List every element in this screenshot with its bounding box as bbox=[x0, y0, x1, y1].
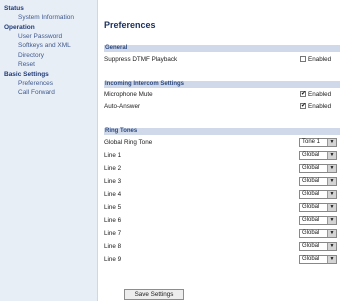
auto-answer-option-label: Enabled bbox=[308, 103, 332, 110]
ring-tone-select[interactable]: Global ▼ bbox=[299, 190, 337, 199]
page-title: Preferences bbox=[104, 20, 156, 30]
auto-answer-row: Auto-Answer ✔ Enabled bbox=[104, 102, 340, 111]
chevron-down-icon: ▼ bbox=[327, 204, 336, 211]
ring-tone-select-value: Global bbox=[302, 204, 320, 210]
chevron-down-icon: ▼ bbox=[327, 230, 336, 237]
ring-tone-label: Line 3 bbox=[104, 178, 122, 185]
ring-tone-label: Global Ring Tone bbox=[104, 139, 153, 146]
ring-tone-select[interactable]: Global ▼ bbox=[299, 151, 337, 160]
sidebar-section-status: Status bbox=[4, 5, 24, 12]
ring-tone-row-line-9: Line 9 Global ▼ bbox=[104, 255, 340, 264]
ring-tone-select-value: Global bbox=[302, 256, 320, 262]
ring-tone-select-value: Tone 1 bbox=[302, 139, 321, 145]
ring-tone-row-line-7: Line 7 Global ▼ bbox=[104, 229, 340, 238]
main-panel: Preferences General Suppress DTMF Playba… bbox=[104, 0, 342, 301]
suppress-dtmf-label: Suppress DTMF Playback bbox=[104, 56, 178, 63]
chevron-down-icon: ▼ bbox=[327, 256, 336, 263]
ring-tone-row-line-6: Line 6 Global ▼ bbox=[104, 216, 340, 225]
ring-tone-label: Line 4 bbox=[104, 191, 122, 198]
suppress-dtmf-row: Suppress DTMF Playback Enabled bbox=[104, 55, 340, 64]
ring-tone-row-line-2: Line 2 Global ▼ bbox=[104, 164, 340, 173]
sidebar-item-preferences[interactable]: Preferences bbox=[0, 79, 97, 89]
ring-tone-row-line-1: Line 1 Global ▼ bbox=[104, 151, 340, 160]
sidebar-item-call-forward[interactable]: Call Forward bbox=[0, 88, 97, 98]
chevron-down-icon: ▼ bbox=[327, 152, 336, 159]
auto-answer-checkbox[interactable]: ✔ bbox=[300, 103, 306, 109]
chevron-down-icon: ▼ bbox=[327, 191, 336, 198]
ring-tone-select[interactable]: Global ▼ bbox=[299, 242, 337, 251]
ring-tone-select-value: Global bbox=[302, 152, 320, 158]
chevron-down-icon: ▼ bbox=[327, 139, 336, 146]
section-header-general: General bbox=[104, 45, 340, 52]
ring-tone-label: Line 1 bbox=[104, 152, 122, 159]
ring-tone-label: Line 7 bbox=[104, 230, 122, 237]
sidebar-section-basic-settings: Basic Settings bbox=[4, 70, 49, 78]
microphone-mute-option-label: Enabled bbox=[308, 91, 332, 98]
sidebar-item-reset[interactable]: Reset bbox=[0, 60, 97, 70]
sidebar-item-directory[interactable]: Directory bbox=[0, 51, 97, 61]
section-header-ring-tones: Ring Tones bbox=[104, 128, 340, 135]
chevron-down-icon: ▼ bbox=[327, 243, 336, 250]
suppress-dtmf-option-label: Enabled bbox=[308, 56, 332, 63]
microphone-mute-checkbox[interactable]: ✔ bbox=[300, 91, 306, 97]
ring-tone-row-line-3: Line 3 Global ▼ bbox=[104, 177, 340, 186]
ring-tone-select[interactable]: Global ▼ bbox=[299, 164, 337, 173]
ring-tone-label: Line 8 bbox=[104, 243, 122, 250]
sidebar-nav: Status System Information Operation User… bbox=[0, 0, 98, 301]
ring-tone-select[interactable]: Global ▼ bbox=[299, 229, 337, 238]
chevron-down-icon: ▼ bbox=[327, 217, 336, 224]
auto-answer-label: Auto-Answer bbox=[104, 103, 141, 110]
suppress-dtmf-checkbox[interactable] bbox=[300, 56, 306, 62]
ring-tone-label: Line 6 bbox=[104, 217, 122, 224]
chevron-down-icon: ▼ bbox=[327, 165, 336, 172]
save-settings-button[interactable]: Save Settings bbox=[124, 289, 184, 300]
sidebar-section-operation: Operation bbox=[4, 23, 35, 31]
ring-tone-select[interactable]: Global ▼ bbox=[299, 216, 337, 225]
sidebar-item-user-password[interactable]: User Password bbox=[0, 32, 97, 42]
ring-tone-label: Line 2 bbox=[104, 165, 122, 172]
ring-tone-label: Line 9 bbox=[104, 256, 122, 263]
ring-tone-select[interactable]: Global ▼ bbox=[299, 177, 337, 186]
chevron-down-icon: ▼ bbox=[327, 178, 336, 185]
microphone-mute-label: Microphone Mute bbox=[104, 91, 153, 98]
section-header-intercom: Incoming Intercom Settings bbox=[104, 81, 340, 88]
ring-tone-select-value: Global bbox=[302, 217, 320, 223]
ring-tone-row-line-4: Line 4 Global ▼ bbox=[104, 190, 340, 199]
ring-tone-select-value: Global bbox=[302, 165, 320, 171]
ring-tone-select[interactable]: Tone 1 ▼ bbox=[299, 138, 337, 147]
sidebar-item-system-information[interactable]: System Information bbox=[0, 13, 97, 23]
ring-tone-row-line-8: Line 8 Global ▼ bbox=[104, 242, 340, 251]
sidebar-item-softkeys-xml[interactable]: Softkeys and XML bbox=[0, 41, 97, 51]
ring-tone-select-value: Global bbox=[302, 243, 320, 249]
ring-tone-row-line-5: Line 5 Global ▼ bbox=[104, 203, 340, 212]
ring-tone-row-global: Global Ring Tone Tone 1 ▼ bbox=[104, 138, 340, 147]
ring-tone-select[interactable]: Global ▼ bbox=[299, 255, 337, 264]
ring-tone-select[interactable]: Global ▼ bbox=[299, 203, 337, 212]
microphone-mute-row: Microphone Mute ✔ Enabled bbox=[104, 90, 340, 99]
ring-tone-select-value: Global bbox=[302, 191, 320, 197]
ring-tone-select-value: Global bbox=[302, 230, 320, 236]
ring-tone-label: Line 5 bbox=[104, 204, 122, 211]
ring-tone-select-value: Global bbox=[302, 178, 320, 184]
